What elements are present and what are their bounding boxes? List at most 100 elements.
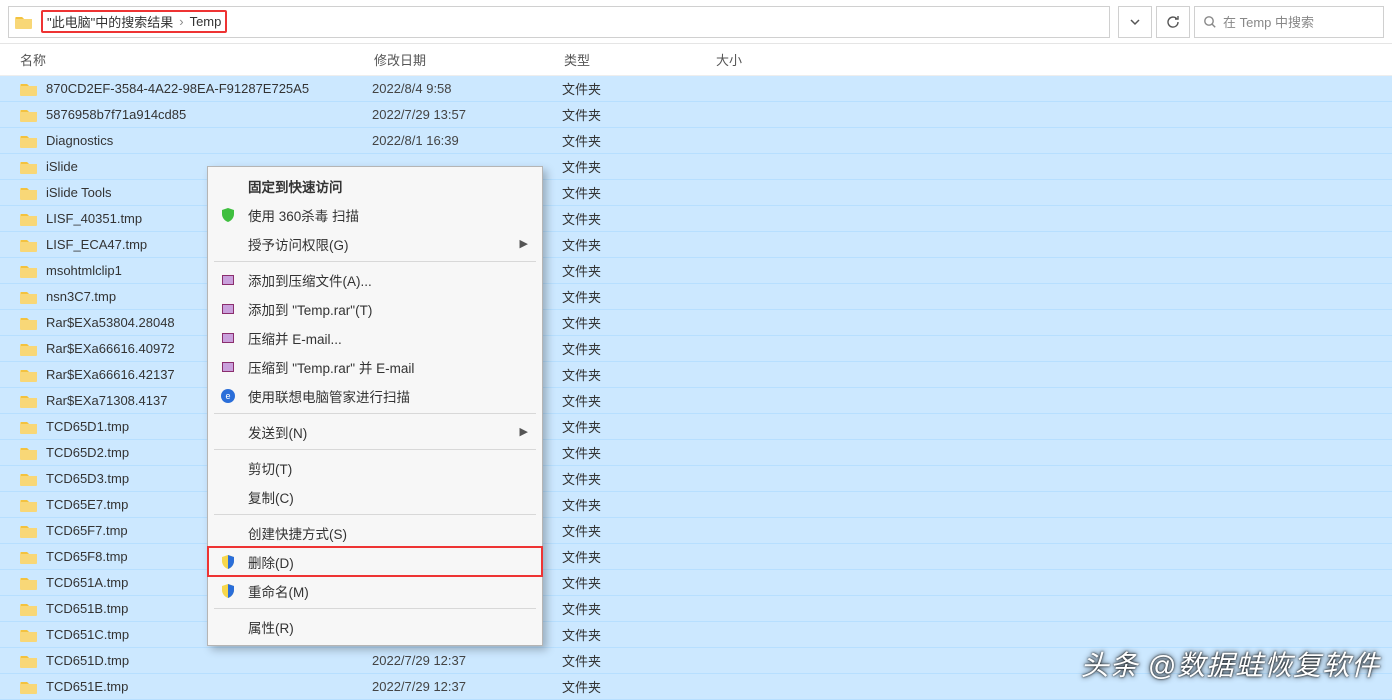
file-name: Diagnostics (46, 133, 372, 148)
file-type: 文件夹 (562, 131, 714, 150)
file-type: 文件夹 (562, 339, 714, 358)
ctx-cut[interactable]: 剪切(T) (208, 453, 542, 482)
folder-icon (15, 14, 33, 30)
file-type: 文件夹 (562, 313, 714, 332)
folder-icon (20, 679, 38, 695)
blank-icon (218, 422, 238, 442)
file-type: 文件夹 (562, 625, 714, 644)
winrar-icon (218, 357, 238, 377)
file-row[interactable]: 5876958b7f71a914cd852022/7/29 13:57文件夹 (0, 102, 1392, 128)
context-menu-separator (214, 514, 536, 515)
history-dropdown-button[interactable] (1118, 6, 1152, 38)
file-type: 文件夹 (562, 417, 714, 436)
chevron-down-icon (1129, 16, 1141, 28)
context-menu-separator (214, 608, 536, 609)
file-type: 文件夹 (562, 677, 714, 696)
ctx-rename[interactable]: 重命名(M) (208, 576, 542, 605)
winrar-icon (218, 270, 238, 290)
ctx-scan-360[interactable]: 使用 360杀毒 扫描 (208, 200, 542, 229)
folder-icon (20, 315, 38, 331)
blank-icon (218, 234, 238, 254)
refresh-button[interactable] (1156, 6, 1190, 38)
ctx-add-to-temp-rar[interactable]: 添加到 "Temp.rar"(T) (208, 294, 542, 323)
file-row[interactable]: Diagnostics2022/8/1 16:39文件夹 (0, 128, 1392, 154)
blank-icon (218, 176, 238, 196)
shield-green-icon (218, 205, 238, 225)
folder-icon (20, 497, 38, 513)
column-header-name[interactable]: 名称 (20, 50, 374, 69)
file-date: 2022/8/4 9:58 (372, 81, 562, 96)
address-bar: "此电脑"中的搜索结果 › Temp 在 Temp 中搜索 (0, 0, 1392, 44)
folder-icon (20, 627, 38, 643)
file-type: 文件夹 (562, 495, 714, 514)
file-date: 2022/7/29 13:57 (372, 107, 562, 122)
ctx-compress-email[interactable]: 压缩并 E-mail... (208, 323, 542, 352)
folder-icon (20, 549, 38, 565)
context-menu-separator (214, 261, 536, 262)
file-type: 文件夹 (562, 391, 714, 410)
column-header-size[interactable]: 大小 (716, 50, 836, 69)
file-type: 文件夹 (562, 365, 714, 384)
ctx-create-shortcut[interactable]: 创建快捷方式(S) (208, 518, 542, 547)
folder-icon (20, 367, 38, 383)
refresh-icon (1166, 15, 1180, 29)
ctx-delete[interactable]: 删除(D) (208, 547, 542, 576)
ctx-pin-to-quick-access[interactable]: 固定到快速访问 (208, 171, 542, 200)
folder-icon (20, 81, 38, 97)
folder-icon (20, 445, 38, 461)
file-type: 文件夹 (562, 469, 714, 488)
file-name: TCD651D.tmp (46, 653, 372, 668)
breadcrumb-seg-2[interactable]: Temp (190, 14, 222, 29)
folder-icon (20, 575, 38, 591)
file-type: 文件夹 (562, 547, 714, 566)
blank-icon (218, 617, 238, 637)
search-input[interactable]: 在 Temp 中搜索 (1194, 6, 1384, 38)
search-placeholder: 在 Temp 中搜索 (1223, 12, 1314, 31)
breadcrumb-seg-1[interactable]: "此电脑"中的搜索结果 (47, 12, 173, 31)
ctx-properties[interactable]: 属性(R) (208, 612, 542, 641)
ctx-compress-temp-email[interactable]: 压缩到 "Temp.rar" 并 E-mail (208, 352, 542, 381)
file-type: 文件夹 (562, 261, 714, 280)
ctx-send-to[interactable]: 发送到(N) ▶ (208, 417, 542, 446)
file-name: 870CD2EF-3584-4A22-98EA-F91287E725A5 (46, 81, 372, 96)
file-type: 文件夹 (562, 105, 714, 124)
folder-icon (20, 393, 38, 409)
file-row[interactable]: 870CD2EF-3584-4A22-98EA-F91287E725A52022… (0, 76, 1392, 102)
blank-icon (218, 487, 238, 507)
file-type: 文件夹 (562, 183, 714, 202)
context-menu-separator (214, 413, 536, 414)
breadcrumb-box[interactable]: "此电脑"中的搜索结果 › Temp (8, 6, 1110, 38)
blank-icon (218, 523, 238, 543)
folder-icon (20, 289, 38, 305)
ctx-lenovo-scan[interactable]: e 使用联想电脑管家进行扫描 (208, 381, 542, 410)
folder-icon (20, 263, 38, 279)
context-menu: 固定到快速访问 使用 360杀毒 扫描 授予访问权限(G) ▶ 添加到压缩文件(… (207, 166, 543, 646)
context-menu-separator (214, 449, 536, 450)
folder-icon (20, 211, 38, 227)
folder-icon (20, 523, 38, 539)
folder-icon (20, 159, 38, 175)
column-header-date[interactable]: 修改日期 (374, 50, 564, 69)
folder-icon (20, 601, 38, 617)
search-icon (1203, 15, 1217, 29)
file-type: 文件夹 (562, 79, 714, 98)
folder-icon (20, 341, 38, 357)
submenu-arrow-icon: ▶ (520, 425, 528, 438)
file-type: 文件夹 (562, 287, 714, 306)
folder-icon (20, 419, 38, 435)
file-date: 2022/7/29 12:37 (372, 653, 562, 668)
file-type: 文件夹 (562, 651, 714, 670)
column-header-type[interactable]: 类型 (564, 50, 716, 69)
ctx-copy[interactable]: 复制(C) (208, 482, 542, 511)
file-type: 文件夹 (562, 157, 714, 176)
breadcrumb[interactable]: "此电脑"中的搜索结果 › Temp (41, 10, 227, 33)
file-type: 文件夹 (562, 443, 714, 462)
ctx-add-to-archive[interactable]: 添加到压缩文件(A)... (208, 265, 542, 294)
lenovo-icon: e (218, 386, 238, 406)
folder-icon (20, 185, 38, 201)
winrar-icon (218, 328, 238, 348)
folder-icon (20, 237, 38, 253)
folder-icon (20, 133, 38, 149)
folder-icon (20, 107, 38, 123)
ctx-grant-access[interactable]: 授予访问权限(G) ▶ (208, 229, 542, 258)
